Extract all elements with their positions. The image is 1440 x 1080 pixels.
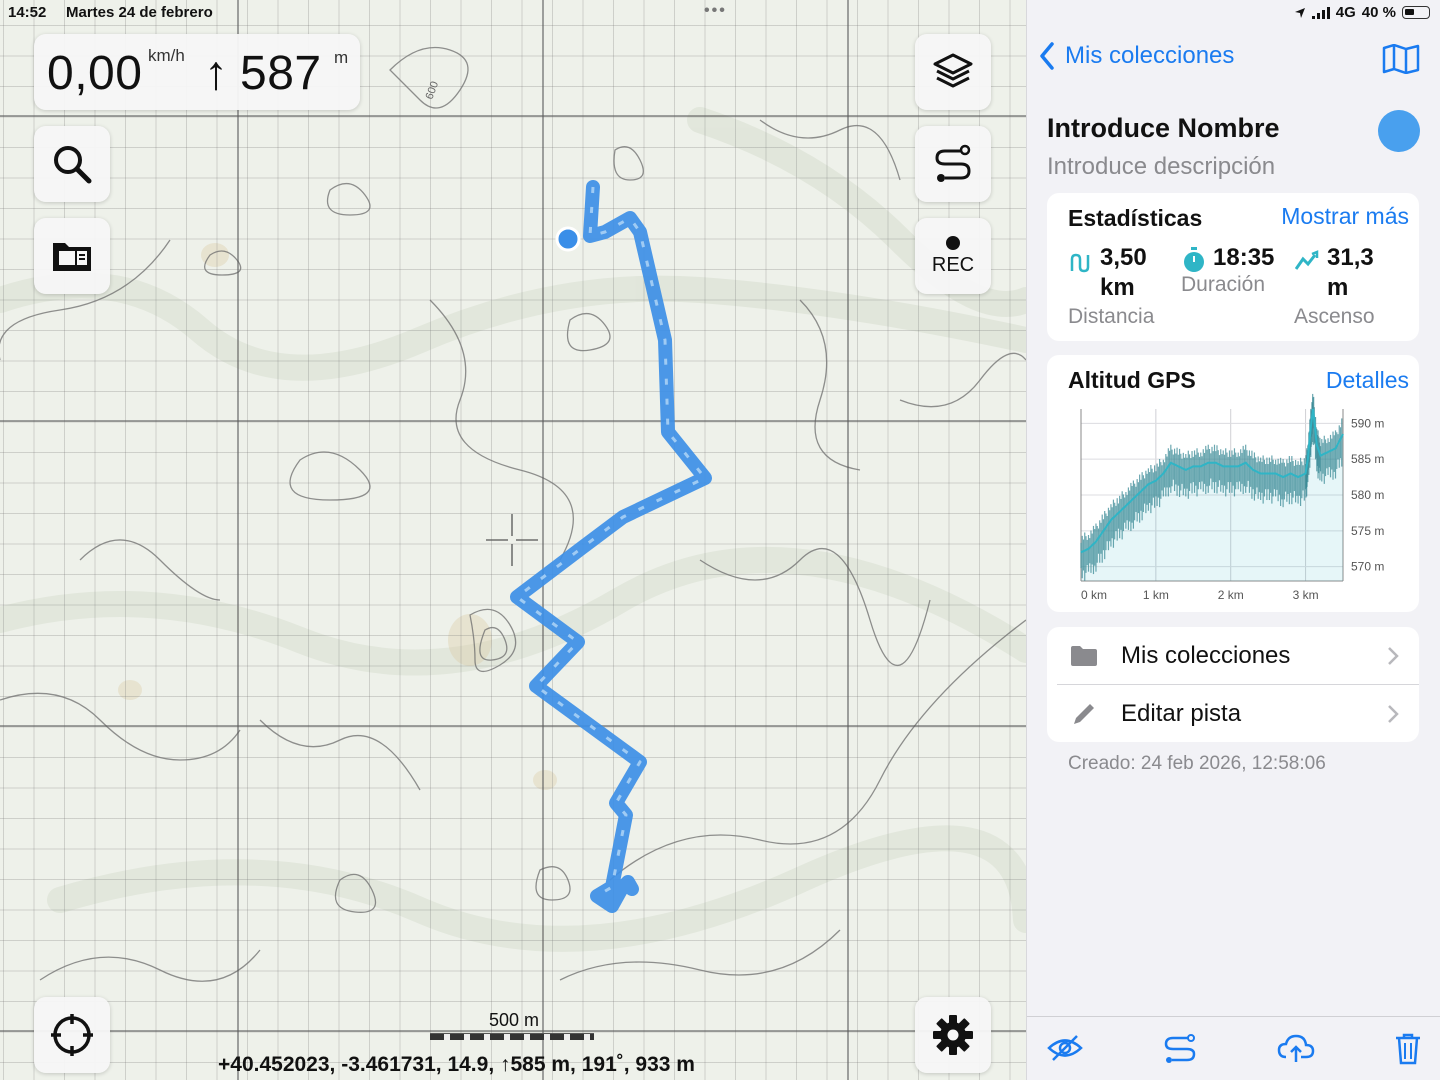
signal-icon — [1311, 6, 1330, 19]
altitude-arrow: ↑ — [204, 47, 228, 100]
search-icon — [54, 146, 92, 184]
track-name[interactable]: Introduce Nombre — [1047, 113, 1280, 144]
contour-label: 600 — [424, 80, 442, 101]
hide-icon[interactable] — [1047, 1033, 1083, 1063]
back-button[interactable]: Mis colecciones — [1039, 42, 1234, 70]
chart-y-tick-label: 585 m — [1351, 452, 1384, 466]
track-color-swatch[interactable] — [1378, 110, 1420, 152]
edit-track-label: Editar pista — [1121, 699, 1242, 727]
route-icon — [935, 144, 971, 182]
cloud-upload-icon[interactable] — [1277, 1033, 1315, 1063]
ascent-unit: m — [1327, 274, 1349, 301]
chart-y-tick-label: 575 m — [1351, 524, 1384, 538]
stat-ascent: 31,3 m Ascenso — [1294, 243, 1375, 329]
ascent-label: Ascenso — [1294, 305, 1375, 328]
altitude-value: 587 — [240, 47, 322, 100]
track-line — [510, 180, 712, 913]
chevron-right-icon — [1388, 646, 1399, 665]
stopwatch-icon — [1184, 247, 1204, 272]
chart-x-tick-label: 3 km — [1293, 588, 1319, 602]
route-icon[interactable] — [1163, 1033, 1197, 1065]
search-button[interactable] — [34, 126, 110, 202]
location-arrow-icon — [1294, 7, 1305, 18]
map-book-icon[interactable] — [1382, 44, 1420, 74]
bottom-toolbar — [1027, 1016, 1440, 1080]
chevron-right-icon — [1388, 704, 1399, 723]
gear-icon — [933, 1015, 973, 1055]
chart-x-tick-label: 2 km — [1218, 588, 1244, 602]
altitude-unit: m — [334, 48, 349, 67]
locate-icon — [51, 1014, 93, 1056]
stat-duration: 18:35 Duración — [1181, 243, 1275, 297]
scale-label: 500 m — [488, 1010, 540, 1030]
settings-button[interactable] — [915, 997, 991, 1073]
record-dot-icon — [946, 235, 960, 250]
track-detail-panel: 4G 40 % Mis colecciones Introduce Nombre… — [1026, 0, 1440, 1080]
distance-label: Distancia — [1068, 305, 1155, 328]
coordinates-readout: +40.452023, -3.461731, 14.9, ↑585 m, 191… — [218, 1053, 695, 1076]
distance-value: 3,50 — [1100, 244, 1147, 271]
ascent-icon — [1295, 250, 1319, 270]
status-time: 14:52 — [8, 4, 47, 21]
folder-map-icon — [53, 243, 91, 271]
speed-altitude-panel[interactable]: 0,00 km/h ↑ 587 m — [34, 34, 360, 110]
record-button[interactable]: REC — [915, 218, 991, 294]
crosshair-icon — [486, 514, 538, 566]
altitude-chart: 0 km 1 km 2 km 3 km 570 m 575 m 580 m 585 m 590 … — [1080, 393, 1384, 602]
map-scale: 500 m — [430, 1010, 594, 1040]
chart-y-tick-label: 590 m — [1351, 416, 1384, 430]
stats-card: Estadísticas Mostrar más 3,50 km Distanc… — [1047, 193, 1419, 341]
collections-row-label: Mis colecciones — [1121, 641, 1291, 669]
edit-track-row[interactable]: Editar pista — [1047, 685, 1419, 742]
status-indicators: 4G 40 % — [1294, 4, 1430, 21]
chart-x-tick-label: 1 km — [1143, 588, 1169, 602]
pencil-icon — [1074, 703, 1094, 724]
locate-button[interactable] — [34, 997, 110, 1073]
chart-x-tick-label: 0 km — [1081, 588, 1107, 602]
multitask-dots[interactable]: ••• — [704, 2, 727, 20]
current-location-dot — [555, 226, 581, 252]
map-view[interactable]: 600 14:52 Martes 24 de febrero ••• 0,00 … — [0, 0, 1026, 1080]
trash-icon[interactable] — [1394, 1033, 1422, 1065]
route-button[interactable] — [915, 126, 991, 202]
layers-icon — [933, 53, 973, 88]
collections-row[interactable]: Mis colecciones — [1047, 627, 1419, 685]
network-type: 4G — [1335, 4, 1356, 21]
duration-value: 18:35 — [1213, 244, 1275, 271]
record-label: REC — [931, 253, 975, 276]
stats-heading: Estadísticas — [1068, 205, 1203, 231]
collections-button[interactable] — [34, 218, 110, 294]
stat-distance: 3,50 km Distancia — [1068, 243, 1154, 329]
chart-y-tick-label: 570 m — [1351, 560, 1384, 574]
layers-button[interactable] — [915, 34, 991, 110]
battery-percent: 40 % — [1361, 4, 1396, 21]
show-more-link[interactable]: Mostrar más — [1281, 203, 1409, 230]
created-date: Creado: 24 feb 2026, 12:58:06 — [1068, 753, 1326, 774]
speed-unit: km/h — [148, 46, 185, 65]
distance-icon — [1070, 253, 1090, 273]
distance-unit: km — [1100, 274, 1135, 301]
speed-value: 0,00 — [47, 47, 143, 100]
ascent-value: 31,3 — [1327, 244, 1374, 271]
chevron-left-icon — [1040, 42, 1054, 70]
back-label: Mis colecciones — [1065, 42, 1235, 69]
battery-icon — [1402, 6, 1430, 19]
scale-bar — [430, 1033, 594, 1040]
options-card: Mis colecciones Editar pista — [1047, 627, 1419, 742]
folder-icon — [1071, 645, 1097, 666]
altitude-card[interactable]: Altitud GPS Detalles 0 km 1 km 2 km 3 km 570… — [1047, 355, 1419, 612]
duration-label: Duración — [1181, 273, 1266, 296]
track-description[interactable]: Introduce descripción — [1047, 153, 1275, 181]
chart-y-tick-label: 580 m — [1351, 488, 1384, 502]
status-date: Martes 24 de febrero — [66, 4, 213, 21]
